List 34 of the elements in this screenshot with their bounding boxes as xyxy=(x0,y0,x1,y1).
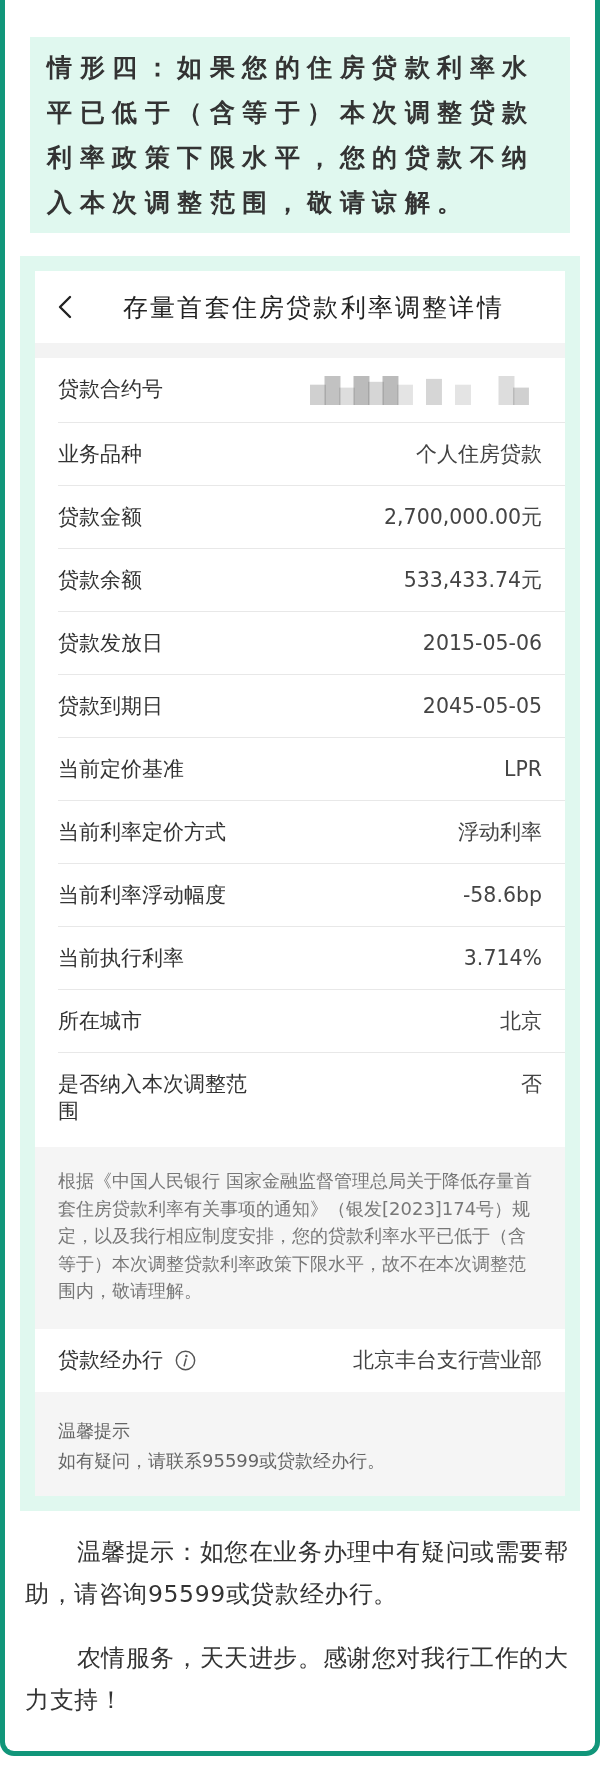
field-value: 2045-05-05 xyxy=(422,693,542,719)
field-label: 所在城市 xyxy=(58,1008,142,1035)
body-paragraph: 农情服务，天天进步。感谢您对我行工作的大力支持！ xyxy=(24,1642,570,1716)
field-value: 3.714% xyxy=(463,945,542,971)
tip-title: 温馨提示 xyxy=(58,1418,131,1443)
callout-text: 情形四：如果您的住房贷款利率水平已低于（含等于）本次调整贷款利率政策下限水平，您的贷款不纳入本次调整范围，敬请谅解。 xyxy=(30,37,570,233)
body-paragraph: 温馨提示：如您在业务办理中有疑问或需要帮助，请咨询95599或贷款经办行。 xyxy=(24,1536,570,1610)
field-value: 北京 xyxy=(500,1008,542,1034)
field-label: 当前利率浮动幅度 xyxy=(58,882,226,909)
field-value: 北京丰台支行营业部 xyxy=(353,1347,542,1374)
field-value: LPR xyxy=(503,756,542,782)
field-label: 贷款经办行 xyxy=(58,1346,163,1374)
field-label: 贷款金额 xyxy=(58,504,142,531)
tip-text: 如有疑问，请联系95599或贷款经办行。 xyxy=(58,1448,387,1473)
field-value: 2,700,000.00元 xyxy=(384,504,542,530)
field-label: 当前定价基准 xyxy=(58,756,184,783)
field-label: 业务品种 xyxy=(58,441,142,468)
page-title: 存量首套住房贷款利率调整详情 xyxy=(123,291,504,324)
field-label: 当前执行利率 xyxy=(58,945,184,972)
field-label: 当前利率定价方式 xyxy=(58,819,226,846)
field-label: 贷款余额 xyxy=(58,567,142,594)
back-icon[interactable] xyxy=(58,295,72,319)
field-value: 浮动利率 xyxy=(458,819,542,845)
field-label: 贷款发放日 xyxy=(58,630,163,657)
field-value: 533,433.74元 xyxy=(403,567,542,593)
field-value: 个人住房贷款 xyxy=(416,441,542,467)
note-text: 根据《中国人民银行 国家金融监督管理总局关于降低存量首套住房贷款利率有关事项的通知》（银发[2023]174号）规定，以及我行相应制度安排，您的贷款利率水平已低于（含等于）本次调整贷款利率政策下限水平，故不在本次调整范围内，敬请理解。 xyxy=(35,1147,565,1329)
field-label: 是否纳入本次调整范围 xyxy=(58,1071,248,1125)
info-icon[interactable] xyxy=(175,1349,196,1371)
field-value: 2015-05-06 xyxy=(422,630,542,656)
field-value: 否 xyxy=(521,1071,542,1097)
field-label: 贷款到期日 xyxy=(58,693,163,720)
field-label: 贷款合约号 xyxy=(58,376,163,403)
field-value: -58.6bp xyxy=(462,882,542,908)
